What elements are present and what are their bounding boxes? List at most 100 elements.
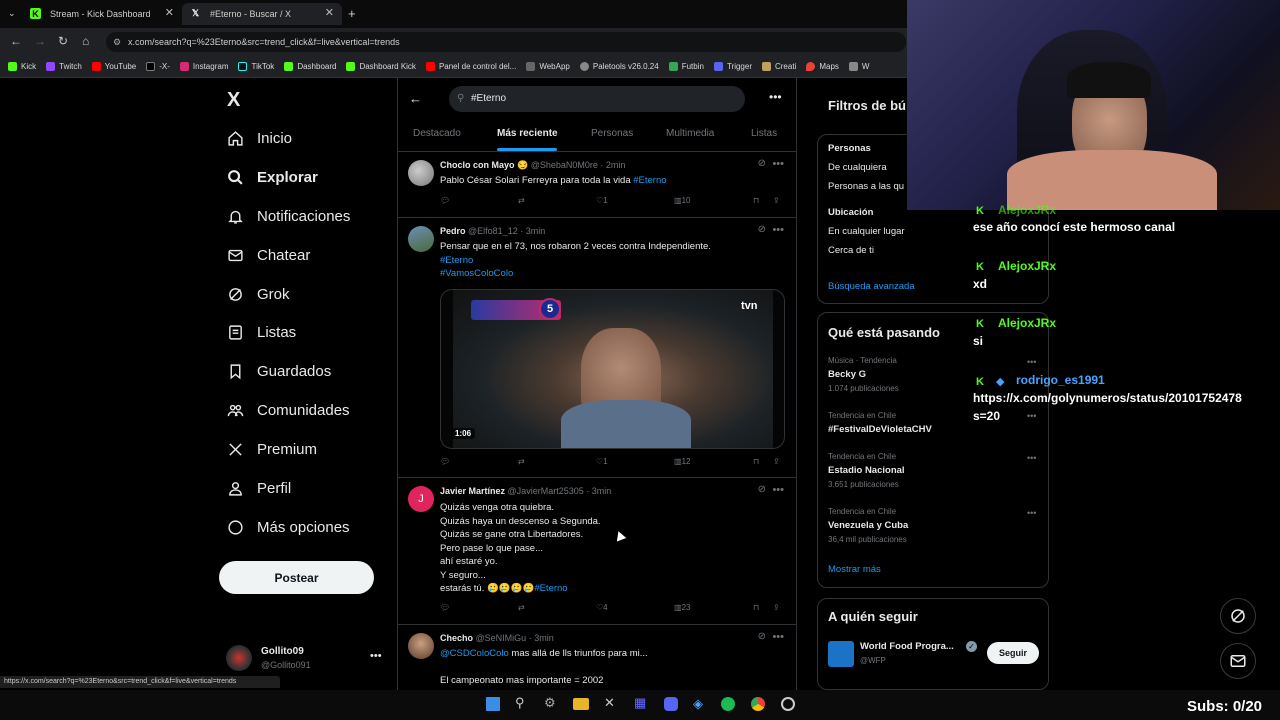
start-icon[interactable] (486, 697, 500, 711)
follow-name[interactable]: World Food Progra... (860, 641, 954, 652)
tweet[interactable]: Choclo con Mayo 😏 @ShebaN0M0re · 2min ⊘ … (398, 152, 796, 218)
bookmark[interactable]: WebApp (526, 62, 570, 71)
tweet-time[interactable]: 3min (534, 633, 554, 643)
hashtag-link[interactable]: #Eterno (633, 175, 666, 186)
bookmark[interactable]: Twitch (46, 62, 82, 71)
tab-latest[interactable]: Más reciente (497, 128, 558, 139)
bookmark-icon[interactable]: ⊓ (753, 196, 759, 205)
tab-people[interactable]: Personas (591, 128, 633, 139)
grok-icon[interactable]: ⊘ (758, 631, 766, 642)
like-icon[interactable]: ♡ 4 (596, 603, 608, 612)
tweet[interactable]: Pedro @Elfo81_12 · 3min ⊘ ••• Pensar que… (398, 218, 796, 478)
nav-more[interactable]: Más opciones (226, 514, 350, 540)
hashtag-link[interactable]: #Eterno (534, 583, 567, 594)
post-button[interactable]: Postear (219, 561, 374, 594)
close-tab-icon[interactable]: ✕ (165, 6, 174, 19)
nav-chat[interactable]: Chatear (226, 242, 310, 268)
search-icon[interactable]: ⚲ (515, 695, 525, 711)
advanced-search-link[interactable]: Búsqueda avanzada (828, 281, 915, 292)
grok-fab[interactable] (1220, 598, 1256, 634)
site-info-icon[interactable]: ⚙ (113, 32, 121, 52)
tweet-handle[interactable]: @JavierMart25305 (508, 486, 584, 496)
nav-home[interactable]: Inicio (226, 125, 292, 151)
retweet-icon[interactable]: ⇄ (518, 457, 525, 466)
tab-media[interactable]: Multimedia (666, 128, 714, 139)
tweet-handle[interactable]: @SeNIMiGu (476, 633, 527, 643)
new-tab-button[interactable]: + (348, 6, 356, 21)
grok-icon[interactable]: ⊘ (758, 484, 766, 495)
share-icon[interactable]: ⇪ (773, 603, 780, 612)
bookmark[interactable]: YouTube (91, 62, 136, 71)
tweet-handle[interactable]: @ShebaN0M0re (531, 160, 598, 170)
tweet-author[interactable]: Javier Martínez (440, 486, 505, 496)
trend-item[interactable]: Tendencia en Chile Estadio Nacional 3.65… (828, 452, 905, 489)
bookmark-icon[interactable]: ⊓ (753, 457, 759, 466)
nav-profile[interactable]: Perfil (226, 475, 291, 501)
close-tab-icon[interactable]: ✕ (325, 6, 334, 19)
messages-fab[interactable] (1220, 643, 1256, 679)
tab-featured[interactable]: Destacado (413, 128, 461, 139)
filter-option[interactable]: Personas a las qu (828, 181, 904, 192)
tweet-handle[interactable]: @Elfo81_12 (468, 226, 518, 236)
back-arrow-icon[interactable]: ← (409, 91, 422, 106)
retweet-icon[interactable]: ⇄ (518, 603, 525, 612)
share-icon[interactable]: ⇪ (773, 457, 780, 466)
obs-icon[interactable] (781, 697, 795, 711)
views-icon[interactable]: ▥ 23 (674, 603, 690, 612)
reply-icon[interactable]: 💬︎ (440, 196, 450, 205)
browser-tab-x[interactable]: 𝕏 #Eterno - Buscar / X ✕ (182, 3, 342, 25)
bookmark[interactable]: Trigger (713, 62, 752, 71)
nav-bookmarks[interactable]: Guardados (226, 358, 331, 384)
tweet-time[interactable]: 3min (526, 226, 546, 236)
forward-icon[interactable]: → (34, 34, 46, 48)
bookmark[interactable]: Maps (806, 62, 839, 71)
follow-button[interactable]: Seguir (987, 642, 1039, 664)
url-field[interactable]: ⚙ x.com/search?q=%23Eterno&src=trend_cli… (106, 32, 906, 52)
tweet-more-icon[interactable]: ••• (772, 158, 784, 170)
reply-icon[interactable]: 💬︎ (440, 457, 450, 466)
bookmark[interactable]: Kick (8, 62, 36, 71)
like-icon[interactable]: ♡ 1 (596, 196, 608, 205)
x-logo[interactable]: X (227, 89, 240, 112)
grid-app-icon[interactable]: ▦ (634, 695, 646, 711)
views-icon[interactable]: ▥ 12 (674, 457, 690, 466)
folder-icon[interactable] (573, 698, 589, 710)
trend-more-icon[interactable]: ••• (1027, 508, 1036, 518)
share-icon[interactable]: ⇪ (773, 196, 780, 205)
home-browser-icon[interactable]: ⌂ (82, 34, 89, 48)
capcut-icon[interactable]: ✕ (604, 695, 615, 711)
hashtag-link[interactable]: #VamosColoColo (440, 267, 711, 281)
tweet-author[interactable]: Pedro (440, 226, 466, 236)
tweet-time[interactable]: 3min (592, 486, 612, 496)
views-icon[interactable]: ▥ 10 (674, 196, 690, 205)
bookmark-icon[interactable]: ⊓ (753, 603, 759, 612)
tweet-more-icon[interactable]: ••• (772, 484, 784, 496)
spotify-icon[interactable] (721, 697, 735, 711)
nav-premium[interactable]: Premium (226, 436, 317, 462)
account-switcher[interactable]: Gollito09 @Gollito091 ••• (226, 642, 396, 676)
search-input[interactable]: ⚲ #Eterno (449, 86, 745, 112)
nav-explore[interactable]: Explorar (226, 164, 318, 190)
tweet-more-icon[interactable]: ••• (772, 224, 784, 236)
filter-option[interactable]: De cualquiera (828, 162, 887, 173)
back-icon[interactable]: ← (10, 34, 22, 48)
trend-item[interactable]: Tendencia en Chile #FestivalDeVioletaCHV (828, 411, 932, 435)
like-icon[interactable]: ♡ 1 (596, 457, 608, 466)
bookmark[interactable]: -X- (146, 62, 170, 71)
bookmark[interactable]: Instagram (179, 62, 228, 71)
trend-item[interactable]: Tendencia en Chile Venezuela y Cuba 36,4… (828, 507, 908, 544)
tweet-author[interactable]: Checho (440, 633, 473, 643)
bookmark[interactable]: W (848, 62, 869, 71)
tweet[interactable]: J Javier Martínez @JavierMart25305 · 3mi… (398, 478, 796, 625)
tweet-author[interactable]: Choclo con Mayo 😏 (440, 160, 528, 170)
show-more-link[interactable]: Mostrar más (828, 564, 881, 575)
nav-notifications[interactable]: Notificaciones (226, 203, 350, 229)
nav-communities[interactable]: Comunidades (226, 397, 350, 423)
retweet-icon[interactable]: ⇄ (518, 196, 525, 205)
settings-icon[interactable]: ⚙ (544, 695, 556, 711)
discord-icon[interactable] (664, 697, 678, 711)
bookmark[interactable]: TikTok (238, 62, 274, 71)
trend-item[interactable]: Música · Tendencia Becky G 1.074 publica… (828, 356, 899, 393)
bookmark[interactable]: Dashboard (284, 62, 336, 71)
trend-more-icon[interactable]: ••• (1027, 357, 1036, 367)
